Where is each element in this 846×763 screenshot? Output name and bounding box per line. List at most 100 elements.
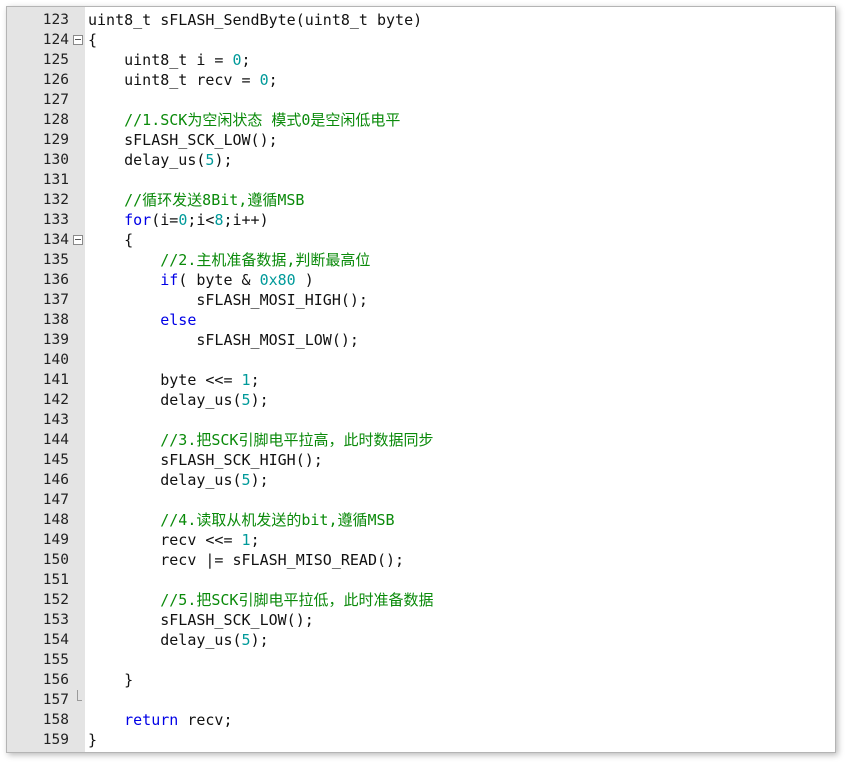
code-line[interactable]: 130 delay_us(5);: [7, 150, 835, 170]
line-number: 126: [42, 72, 69, 88]
code-line[interactable]: 151: [7, 570, 835, 590]
code-token: ;: [250, 371, 260, 389]
comment-token: //3.把SCK引脚电平拉高，此时数据同步: [88, 431, 434, 449]
code-token: ;: [250, 531, 260, 549]
code-text: delay_us(5);: [88, 630, 268, 650]
line-number: 130: [42, 152, 69, 168]
line-number: 159: [42, 732, 69, 748]
code-text: return recv;: [88, 710, 233, 730]
code-token: ;: [268, 71, 278, 89]
code-token: sFLASH_SCK_LOW();: [88, 611, 314, 629]
code-line[interactable]: 135 //2.主机准备数据,判断最高位: [7, 250, 835, 270]
code-line[interactable]: 140: [7, 350, 835, 370]
code-line[interactable]: 149 recv <<= 1;: [7, 530, 835, 550]
code-line[interactable]: 150 recv |= sFLASH_MISO_READ();: [7, 550, 835, 570]
line-number: 149: [42, 532, 69, 548]
line-number: 144: [42, 432, 69, 448]
code-line[interactable]: 144 //3.把SCK引脚电平拉高，此时数据同步: [7, 430, 835, 450]
code-line[interactable]: 123 uint8_t sFLASH_SendByte(uint8_t byte): [7, 10, 835, 30]
line-number: 152: [42, 592, 69, 608]
code-token: recv;: [178, 711, 233, 729]
code-line[interactable]: 131: [7, 170, 835, 190]
code-line[interactable]: 134 {: [7, 230, 835, 250]
code-text: else: [88, 310, 196, 330]
line-number: 154: [42, 632, 69, 648]
code-text: sFLASH_SCK_LOW();: [88, 130, 278, 150]
code-token: );: [250, 391, 269, 409]
fold-collapse-icon[interactable]: [72, 230, 84, 250]
code-line[interactable]: 155: [7, 650, 835, 670]
code-text: delay_us(5);: [88, 390, 269, 410]
code-token: ;: [241, 51, 251, 69]
number-token: 0x80: [259, 271, 296, 289]
comment-token: //5.把SCK引脚电平拉低，此时准备数据: [88, 591, 434, 609]
code-text: //5.把SCK引脚电平拉低，此时准备数据: [88, 590, 433, 610]
line-number: 132: [42, 192, 69, 208]
code-line[interactable]: 158 return recv;: [7, 710, 835, 730]
code-line[interactable]: 125 uint8_t i = 0;: [7, 50, 835, 70]
code-text: {: [88, 230, 133, 250]
code-token: delay_us(: [88, 391, 242, 409]
code-line[interactable]: 153 sFLASH_SCK_LOW();: [7, 610, 835, 630]
code-text: sFLASH_MOSI_HIGH();: [88, 290, 368, 310]
code-text: //3.把SCK引脚电平拉高，此时数据同步: [88, 430, 433, 450]
keyword-token: if: [88, 271, 179, 289]
line-number: 156: [42, 672, 69, 688]
line-number: 135: [42, 252, 69, 268]
code-line[interactable]: 136 if( byte & 0x80 ): [7, 270, 835, 290]
fold-collapse-icon[interactable]: [72, 30, 84, 50]
code-line[interactable]: 156 }: [7, 670, 835, 690]
code-line[interactable]: 126 uint8_t recv = 0;: [7, 70, 835, 90]
code-line[interactable]: 124 {: [7, 30, 835, 50]
code-token: );: [214, 151, 233, 169]
code-text: byte <<= 1;: [88, 370, 260, 390]
number-token: 5: [241, 471, 251, 489]
line-number: 158: [42, 712, 69, 728]
line-number: 150: [42, 552, 69, 568]
line-number: 124: [42, 32, 69, 48]
code-token: sFLASH_MOSI_LOW();: [88, 331, 359, 349]
code-token: {: [88, 231, 134, 249]
number-token: 5: [241, 391, 251, 409]
code-line[interactable]: 142 delay_us(5);: [7, 390, 835, 410]
code-line[interactable]: 143: [7, 410, 835, 430]
line-number: 143: [42, 412, 69, 428]
code-line[interactable]: 146 delay_us(5);: [7, 470, 835, 490]
number-token: 1: [241, 371, 251, 389]
code-token: byte <<=: [88, 371, 242, 389]
line-number: 131: [42, 172, 69, 188]
code-line[interactable]: 128 //1.SCK为空闲状态 模式0是空闲低电平: [7, 110, 835, 130]
code-line[interactable]: 141 byte <<= 1;: [7, 370, 835, 390]
code-line[interactable]: 145 sFLASH_SCK_HIGH();: [7, 450, 835, 470]
number-token: 0: [178, 211, 188, 229]
code-token: sFLASH_SCK_HIGH();: [88, 451, 323, 469]
keyword-token: return: [88, 711, 179, 729]
code-line[interactable]: 132 //循环发送8Bit,遵循MSB: [7, 190, 835, 210]
line-number: 133: [42, 212, 69, 228]
code-line[interactable]: 129 sFLASH_SCK_LOW();: [7, 130, 835, 150]
code-line[interactable]: 127: [7, 90, 835, 110]
code-text: uint8_t i = 0;: [88, 50, 251, 70]
code-line[interactable]: 133 for(i=0;i<8;i++): [7, 210, 835, 230]
code-token: recv |= sFLASH_MISO_READ();: [88, 551, 405, 569]
line-number: 147: [42, 492, 69, 508]
code-text: uint8_t recv = 0;: [88, 70, 278, 90]
comment-token: //2.主机准备数据,判断最高位: [88, 251, 371, 269]
code-text: sFLASH_SCK_LOW();: [88, 610, 314, 630]
code-text: sFLASH_SCK_HIGH();: [88, 450, 323, 470]
code-editor[interactable]: 123 uint8_t sFLASH_SendByte(uint8_t byte)…: [7, 10, 835, 750]
line-number: 125: [42, 52, 69, 68]
line-number: 136: [42, 272, 69, 288]
code-line[interactable]: 139 sFLASH_MOSI_LOW();: [7, 330, 835, 350]
code-line[interactable]: 148 //4.读取从机发送的bit,遵循MSB: [7, 510, 835, 530]
code-token: (i=: [151, 211, 179, 229]
code-line[interactable]: 138 else: [7, 310, 835, 330]
code-line[interactable]: 159}: [7, 730, 835, 750]
code-line[interactable]: 147: [7, 490, 835, 510]
code-token: delay_us(: [88, 471, 242, 489]
code-line[interactable]: 157: [7, 690, 835, 710]
code-line[interactable]: 137 sFLASH_MOSI_HIGH();: [7, 290, 835, 310]
line-number: 127: [42, 92, 69, 108]
code-line[interactable]: 152 //5.把SCK引脚电平拉低，此时准备数据: [7, 590, 835, 610]
code-line[interactable]: 154 delay_us(5);: [7, 630, 835, 650]
